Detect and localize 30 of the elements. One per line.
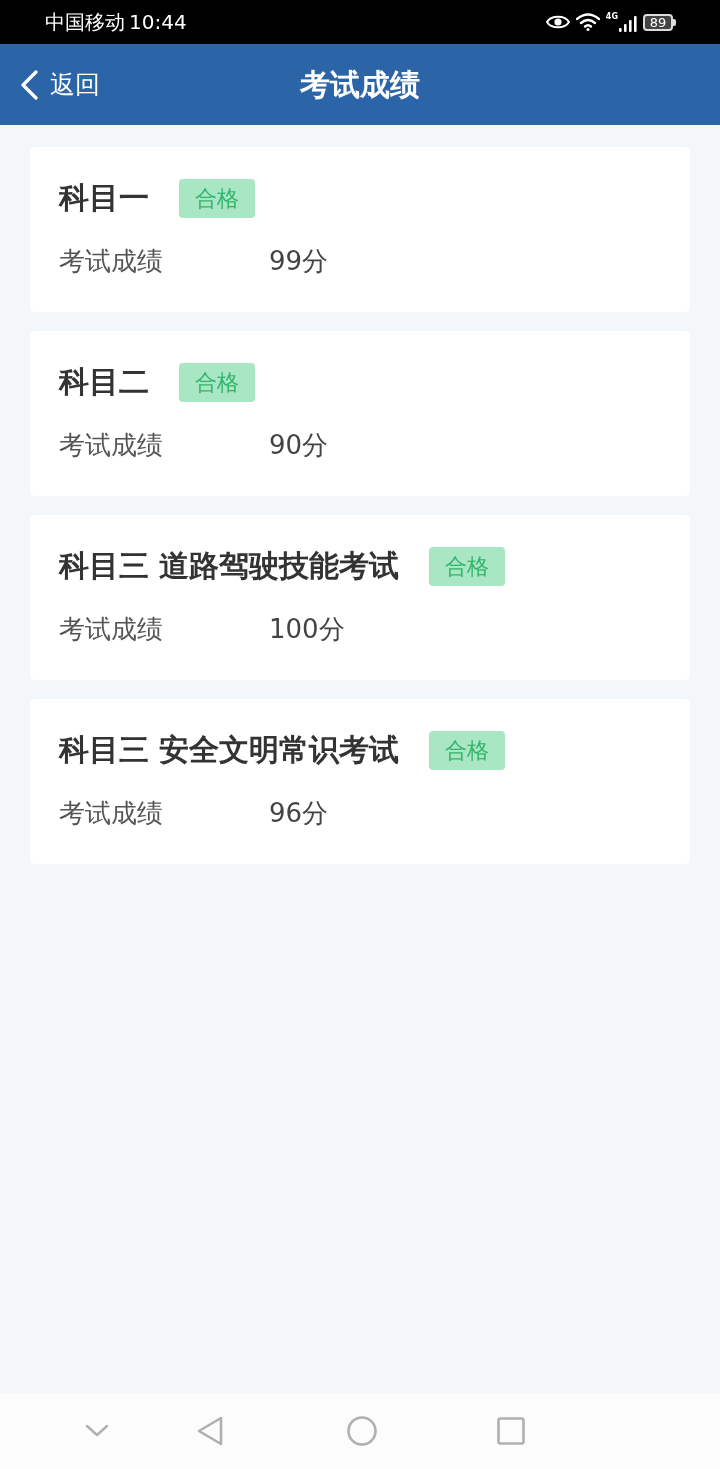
score-label: 考试成绩 (59, 613, 164, 646)
score-value: 90分 (269, 429, 329, 462)
carrier-name: 中国移动 (45, 10, 125, 34)
subject-title: 科目二 (59, 363, 149, 401)
subject-title: 科目三 安全文明常识考试 (59, 731, 400, 769)
score-label: 考试成绩 (59, 245, 164, 278)
back-icon (20, 70, 38, 100)
nav-back-icon[interactable] (197, 1416, 223, 1446)
subject-title: 科目三 道路驾驶技能考试 (59, 547, 400, 585)
page-title: 考试成绩 (300, 65, 420, 104)
score-value: 99分 (269, 245, 329, 278)
clock-time: 10:44 (129, 10, 187, 34)
score-label: 考试成绩 (59, 797, 164, 830)
wifi-icon (575, 13, 600, 31)
back-button[interactable]: 返回 (20, 68, 100, 102)
score-value: 100分 (269, 613, 345, 646)
chevron-down-icon[interactable] (85, 1424, 109, 1438)
score-value: 96分 (269, 797, 329, 830)
eye-icon (545, 14, 570, 30)
battery-indicator: 89 (643, 13, 676, 31)
status-badge: 合格 (179, 178, 255, 218)
nav-home-icon[interactable] (347, 1416, 377, 1446)
status-badge: 合格 (429, 730, 506, 770)
status-badge: 合格 (179, 362, 255, 402)
signal-icon (619, 16, 637, 32)
nav-recents-icon[interactable] (497, 1417, 525, 1445)
score-label: 考试成绩 (59, 429, 164, 462)
network-type: 4G (605, 12, 618, 21)
status-badge: 合格 (429, 546, 506, 586)
subject-title: 科目一 (59, 179, 149, 217)
